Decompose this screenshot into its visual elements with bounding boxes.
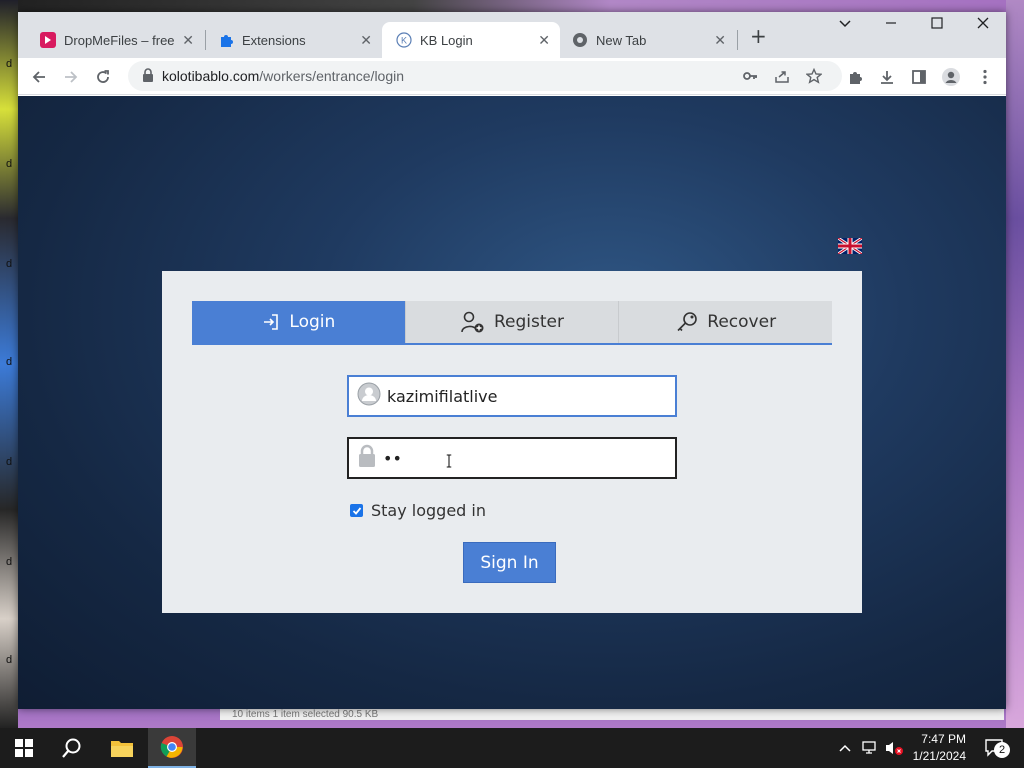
desktop-icons-strip: d d d d d d d (0, 0, 18, 728)
chrome-icon (160, 736, 183, 758)
file-explorer-button[interactable] (98, 728, 146, 768)
minimize-button[interactable] (884, 16, 898, 34)
user-avatar-icon (357, 382, 381, 410)
start-button[interactable] (0, 728, 48, 768)
login-arrow-icon (264, 314, 279, 330)
lock-icon[interactable] (142, 67, 154, 86)
password-key-icon[interactable] (742, 68, 758, 88)
stay-logged-in-label[interactable]: Stay logged in (371, 501, 486, 520)
forward-button[interactable] (60, 66, 82, 88)
tab-new-tab[interactable]: New Tab ✕ (558, 22, 736, 58)
address-bar[interactable]: kolotibablo.com/workers/entrance/login (128, 61, 842, 91)
tab-dropmefiles[interactable]: DropMeFiles – free o ✕ (26, 22, 204, 58)
close-icon[interactable]: ✕ (182, 32, 194, 48)
username-input[interactable] (387, 386, 657, 406)
password-field[interactable] (347, 437, 677, 479)
tab-extensions[interactable]: Extensions ✕ (204, 22, 382, 58)
explorer-status-bar: 10 items 1 item selected 90.5 KB (220, 708, 1004, 720)
side-panel-icon[interactable] (908, 66, 930, 88)
desktop-icon-label[interactable]: d (6, 456, 12, 469)
network-icon[interactable] (862, 728, 880, 768)
puzzle-icon (218, 32, 234, 48)
desktop-icon-label[interactable]: d (6, 654, 12, 667)
search-button[interactable] (48, 728, 96, 768)
browser-window: DropMeFiles – free o ✕ Extensions ✕ K KB… (18, 12, 1006, 709)
chrome-icon (572, 32, 588, 48)
kb-icon: K (396, 32, 412, 48)
close-icon[interactable]: ✕ (714, 32, 726, 48)
new-tab-button[interactable]: + (750, 26, 767, 46)
tab-title: DropMeFiles – free o (64, 32, 176, 48)
notification-center-button[interactable]: 2 (980, 728, 1010, 768)
download-icon[interactable] (876, 66, 898, 88)
password-input[interactable] (383, 448, 653, 468)
page-content: Login Register Recover kazimifilatlive •… (18, 96, 1006, 709)
desktop-icon-label[interactable]: d (6, 158, 12, 171)
desktop-icon-label[interactable]: d (6, 258, 12, 271)
tab-login-label: Login (289, 312, 336, 332)
clock-date: 1/21/2024 (912, 749, 966, 763)
browser-toolbar: kolotibablo.com/workers/entrance/login (18, 58, 1006, 95)
tab-separator (737, 30, 738, 50)
desktop-background-right (1006, 0, 1024, 728)
username-field[interactable] (347, 375, 677, 417)
folder-icon (111, 741, 133, 757)
clock[interactable]: 7:47 PM 1/21/2024 (913, 731, 966, 765)
desktop-icon-label[interactable]: d (6, 356, 12, 369)
tray-overflow-chevron[interactable] (838, 728, 852, 768)
clock-time: 7:47 PM (921, 732, 966, 746)
tab-title: KB Login (420, 32, 473, 48)
tab-recover[interactable]: Recover (619, 301, 833, 343)
url-text: kolotibablo.com/workers/entrance/login (162, 68, 405, 84)
uk-flag-icon[interactable] (837, 236, 863, 256)
bookmark-star-icon[interactable] (805, 67, 823, 88)
tab-login[interactable]: Login (192, 301, 406, 343)
tab-search-button[interactable] (838, 16, 852, 34)
sign-in-button[interactable]: Sign In (463, 542, 556, 583)
windows-logo-icon (15, 739, 33, 757)
desktop-icon-label[interactable]: d (6, 556, 12, 569)
dropmefiles-icon (40, 32, 56, 48)
reload-button[interactable] (92, 66, 114, 88)
menu-kebab-icon[interactable] (974, 66, 996, 88)
svg-text:K: K (401, 36, 407, 46)
close-window-button[interactable] (976, 16, 990, 34)
tab-title: New Tab (596, 32, 647, 48)
desktop-icon-label[interactable]: d (6, 58, 12, 71)
desktop-background-top (18, 0, 1006, 12)
extensions-puzzle-icon[interactable] (844, 66, 866, 88)
back-button[interactable] (28, 66, 50, 88)
taskbar: 7:47 PM 1/21/2024 2 (0, 728, 1024, 768)
login-tabs: Login Register Recover (192, 301, 833, 345)
tab-title: Extensions (242, 32, 306, 48)
chrome-taskbar-button[interactable] (148, 728, 196, 768)
close-icon[interactable]: ✕ (538, 32, 550, 48)
close-icon[interactable]: ✕ (360, 32, 372, 48)
login-card: Login Register Recover kazimifilatlive •… (162, 271, 862, 613)
tab-register[interactable]: Register (405, 301, 620, 343)
tab-register-label: Register (494, 312, 564, 332)
tab-strip: DropMeFiles – free o ✕ Extensions ✕ K KB… (18, 12, 1006, 58)
profile-avatar-icon[interactable] (940, 66, 962, 88)
user-add-icon (461, 311, 484, 333)
padlock-icon (357, 444, 377, 472)
tab-recover-label: Recover (707, 312, 777, 332)
stay-logged-in[interactable]: Stay logged in (350, 501, 486, 520)
search-icon (62, 738, 81, 758)
stay-logged-in-checkbox[interactable] (350, 504, 363, 517)
tab-kb-login[interactable]: K KB Login ✕ (382, 22, 560, 58)
volume-muted-icon[interactable] (884, 728, 906, 768)
share-icon[interactable] (774, 68, 790, 88)
maximize-button[interactable] (930, 16, 944, 34)
notification-count-badge: 2 (994, 742, 1010, 758)
key-icon (677, 312, 698, 332)
text-cursor-icon (446, 454, 452, 468)
